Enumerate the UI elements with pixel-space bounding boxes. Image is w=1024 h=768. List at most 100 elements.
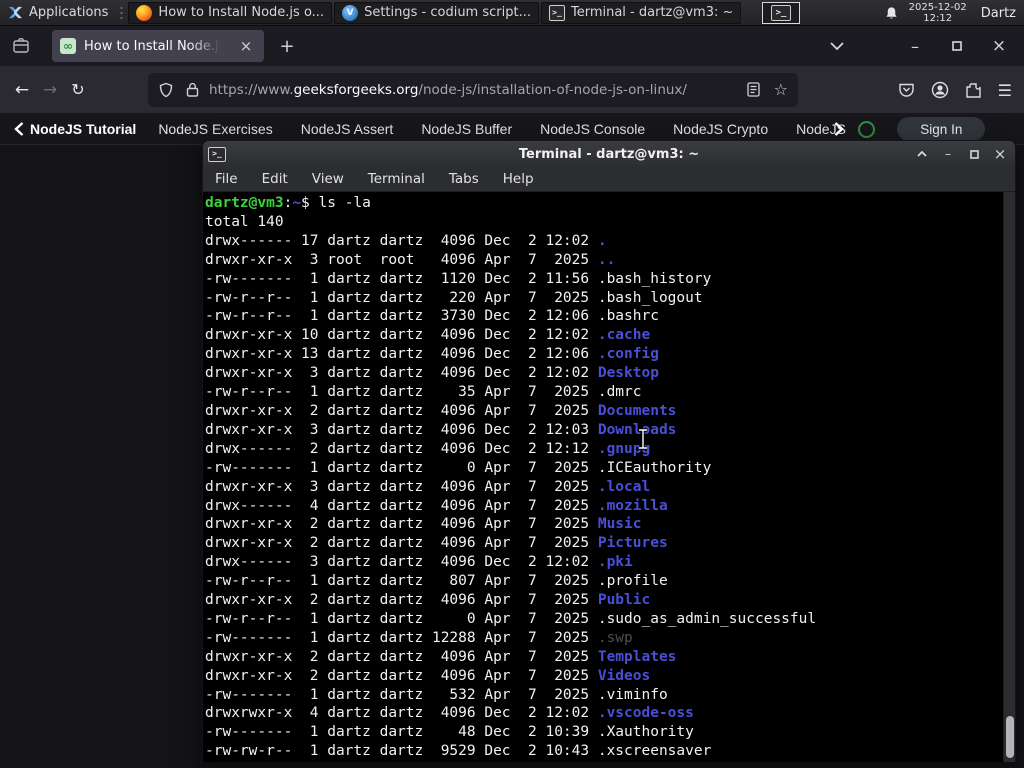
terminal-line: -rw-r--r-- 1 dartz dartz 0 Apr 7 2025 .s… (205, 610, 817, 627)
terminal-line: drwxr-xr-x 3 dartz dartz 4096 Dec 2 12:0… (205, 421, 677, 438)
browser-maximize-button[interactable] (946, 35, 968, 57)
terminal-prompt-line: dartz@vm3:~$ ls -la (205, 195, 371, 211)
terminal-line: drwx------ 2 dartz dartz 4096 Dec 2 12:1… (205, 440, 651, 457)
terminal-tray-icon[interactable]: >_ (762, 2, 800, 24)
terminal-line: drwxr-xr-x 10 dartz dartz 4096 Dec 2 12:… (205, 327, 651, 344)
url-bar[interactable]: https://www.geeksforgeeks.org/node-js/in… (148, 72, 798, 107)
terminal-output: dartz@vm3:~$ ls -la total 140 drwx------ 1… (203, 192, 1003, 762)
terminal-line: -rw-rw-r-- 1 dartz dartz 9529 Dec 2 10:4… (205, 743, 712, 760)
terminal-line: -rw------- 1 dartz dartz 1120 Dec 2 11:5… (205, 270, 712, 287)
new-tab-button[interactable]: + (274, 33, 300, 59)
pocket-icon[interactable] (898, 82, 915, 99)
vscodium-icon: V (342, 4, 359, 21)
terminal-body[interactable]: dartz@vm3:~$ ls -la total 140 drwx------ 1… (203, 192, 1015, 762)
terminal-menu-bar: File Edit View Terminal Tabs Help (203, 167, 1015, 192)
browser-close-button[interactable]: × (988, 35, 1010, 57)
tab-close-icon[interactable]: × (236, 36, 256, 56)
terminal-menu-terminal[interactable]: Terminal (368, 171, 425, 187)
top-panel: Applications How to Install Node.js o...… (0, 0, 1024, 26)
terminal-menu-file[interactable]: File (215, 171, 238, 187)
nav-scroll-left-icon[interactable] (14, 122, 24, 136)
terminal-menu-tabs[interactable]: Tabs (449, 171, 479, 187)
terminal-close-button[interactable]: × (991, 145, 1009, 163)
site-nav-link-3[interactable]: NodeJS Buffer (421, 121, 512, 137)
taskbar-button-terminal[interactable]: >_ Terminal - dartz@vm3: ~ (540, 1, 742, 24)
back-button[interactable]: ← (8, 76, 36, 104)
terminal-window: >_ Terminal - dartz@vm3: ~ – × File Edit V… (202, 140, 1016, 762)
clock-time: 12:12 (923, 13, 953, 24)
terminal-icon: >_ (548, 4, 565, 21)
nav-scroll-right-icon[interactable] (834, 122, 845, 136)
terminal-total-line: total 140 (205, 213, 284, 230)
lock-icon[interactable] (186, 82, 199, 97)
terminal-menu-edit[interactable]: Edit (262, 171, 288, 187)
terminal-window-title: Terminal - dartz@vm3: ~ (518, 146, 700, 162)
tab-title: How to Install Node.js on (84, 38, 224, 54)
terminal-line: -rw-r--r-- 1 dartz dartz 807 Apr 7 2025 … (205, 573, 668, 590)
browser-tab[interactable]: ∞ How to Install Node.js on × (52, 30, 264, 62)
terminal-line: -rw------- 1 dartz dartz 48 Dec 2 10:39 … (205, 724, 694, 741)
notification-bell-icon[interactable] (884, 6, 899, 21)
url-path: /node-js/installation-of-node-js-on-linu… (418, 81, 687, 98)
bookmark-star-icon[interactable]: ☆ (774, 80, 788, 99)
taskbar-button-label: Settings - codium script... (364, 5, 531, 20)
firefox-icon (136, 4, 153, 21)
terminal-line: -rw-r--r-- 1 dartz dartz 35 Apr 7 2025 .… (205, 384, 642, 401)
terminal-line: -rw------- 1 dartz dartz 0 Apr 7 2025 .I… (205, 459, 712, 476)
panel-separator (119, 3, 125, 22)
terminal-line: drwxr-xr-x 2 dartz dartz 4096 Apr 7 2025… (205, 516, 642, 533)
list-tabs-chevron-icon[interactable] (826, 35, 848, 57)
terminal-line: -rw-r--r-- 1 dartz dartz 220 Apr 7 2025 … (205, 289, 703, 306)
terminal-shade-button[interactable] (913, 145, 931, 163)
terminal-icon: >_ (771, 5, 791, 21)
clock[interactable]: 2025-12-02 12:12 (909, 2, 967, 24)
terminal-line: drwxr-xr-x 2 dartz dartz 4096 Apr 7 2025… (205, 535, 668, 552)
terminal-title-bar[interactable]: >_ Terminal - dartz@vm3: ~ – × (203, 141, 1015, 167)
terminal-line: drwxr-xr-x 2 dartz dartz 4096 Apr 7 2025… (205, 592, 651, 609)
terminal-minimize-button[interactable]: – (939, 145, 957, 163)
shield-icon[interactable] (158, 82, 174, 98)
terminal-scrollbar-thumb[interactable] (1006, 716, 1014, 758)
taskbar: How to Install Node.js o... V Settings - c… (127, 0, 742, 25)
taskbar-button-vscodium[interactable]: V Settings - codium script... (334, 1, 539, 24)
terminal-line: drwxr-xr-x 2 dartz dartz 4096 Apr 7 2025… (205, 648, 677, 665)
site-nav-link-2[interactable]: NodeJS Assert (301, 121, 394, 137)
sign-in-button[interactable]: Sign In (897, 117, 986, 141)
browser-minimize-button[interactable]: – (904, 35, 926, 57)
taskbar-button-label: How to Install Node.js o... (158, 5, 325, 20)
reload-button[interactable]: ↻ (64, 76, 92, 104)
terminal-line: -rw-r--r-- 1 dartz dartz 3730 Dec 2 12:0… (205, 308, 659, 325)
terminal-menu-help[interactable]: Help (503, 171, 534, 187)
terminal-line: drwxr-xr-x 2 dartz dartz 4096 Apr 7 2025… (205, 667, 651, 684)
terminal-line: drwxr-xr-x 3 dartz dartz 4096 Apr 7 2025… (205, 478, 651, 495)
account-icon[interactable] (931, 81, 949, 99)
terminal-line: -rw------- 1 dartz dartz 12288 Apr 7 202… (205, 629, 633, 646)
firefox-view-icon[interactable] (8, 33, 34, 59)
url-text[interactable]: https://www.geeksforgeeks.org/node-js/in… (209, 82, 739, 98)
site-nav-link-4[interactable]: NodeJS Console (540, 121, 645, 137)
terminal-line: -rw------- 1 dartz dartz 532 Apr 7 2025 … (205, 686, 668, 703)
search-icon[interactable] (858, 120, 876, 138)
terminal-menu-view[interactable]: View (312, 171, 344, 187)
taskbar-button-label: Terminal - dartz@vm3: ~ (570, 5, 734, 20)
terminal-maximize-button[interactable] (965, 145, 983, 163)
terminal-line: drwxr-xr-x 13 dartz dartz 4096 Dec 2 12:… (205, 346, 659, 363)
distro-logo-icon (8, 6, 23, 19)
applications-menu-button[interactable]: Applications (0, 0, 116, 25)
nav-tutorial-link[interactable]: NodeJS Tutorial (30, 121, 136, 137)
terminal-line: drwx------ 3 dartz dartz 4096 Dec 2 12:0… (205, 554, 633, 571)
browser-toolbar: ← → ↻ https://www.geeksforgeeks.org/node… (0, 66, 1024, 114)
user-menu[interactable]: Dartz (977, 6, 1016, 21)
close-icon: × (991, 36, 1007, 56)
site-nav-link-1[interactable]: NodeJS Exercises (158, 121, 272, 137)
taskbar-button-firefox[interactable]: How to Install Node.js o... (128, 1, 333, 24)
forward-button[interactable]: → (36, 76, 64, 104)
extensions-icon[interactable] (965, 82, 982, 99)
terminal-scrollbar[interactable] (1003, 192, 1015, 762)
clock-date: 2025-12-02 (908, 2, 967, 13)
hamburger-menu-icon[interactable]: ☰ (998, 81, 1012, 100)
site-nav-link-5[interactable]: NodeJS Crypto (673, 121, 768, 137)
terminal-line: drwxrwxr-x 4 dartz dartz 4096 Dec 2 12:0… (205, 705, 694, 722)
reader-view-icon[interactable] (747, 82, 760, 97)
terminal-icon: >_ (208, 146, 226, 162)
